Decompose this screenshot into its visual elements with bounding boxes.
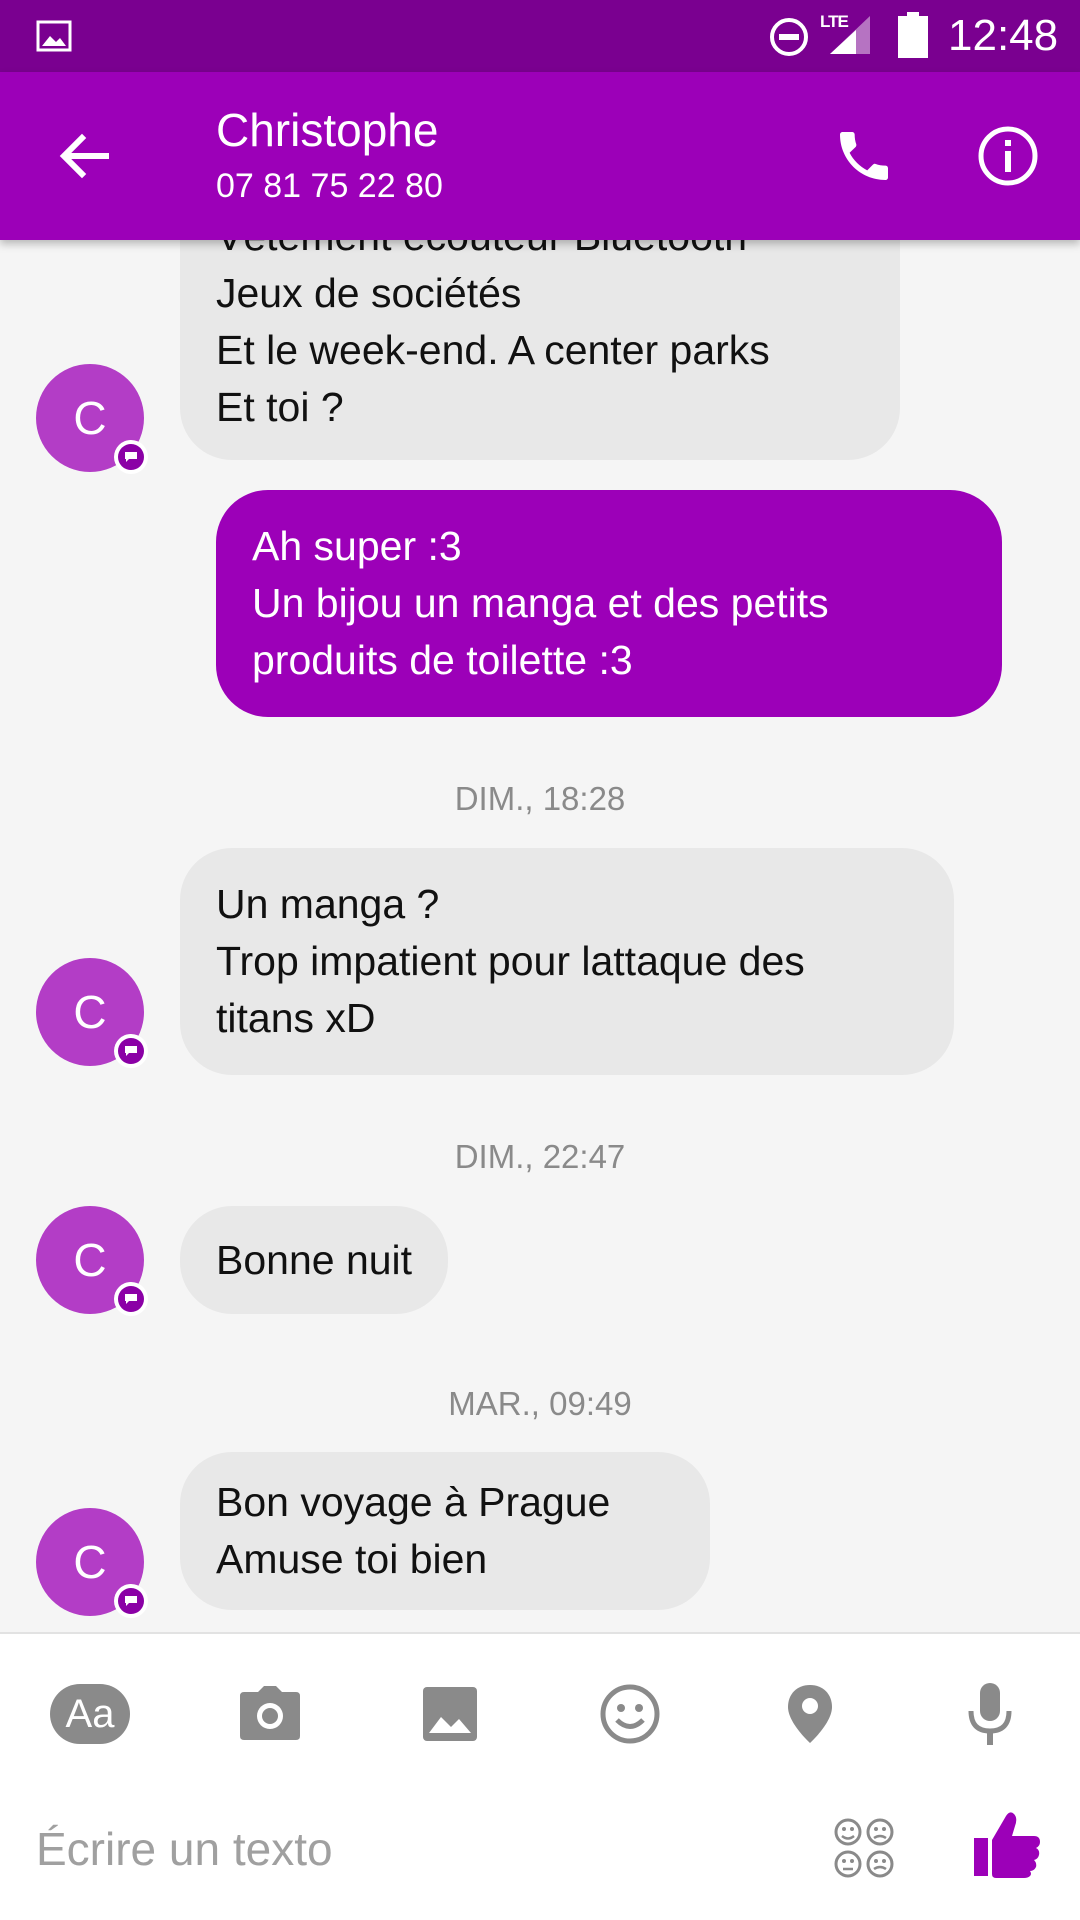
- incoming-message[interactable]: Bon voyage à Prague Amuse toi bien: [180, 1452, 710, 1610]
- avatar[interactable]: C: [36, 1508, 148, 1618]
- timestamp: DIM., 18:28: [454, 780, 626, 817]
- avatar[interactable]: C: [36, 1206, 148, 1316]
- timestamp: MAR., 09:49: [448, 1385, 632, 1422]
- signal-icon: [830, 16, 870, 54]
- avatar[interactable]: C: [36, 958, 148, 1068]
- incoming-message[interactable]: Vêtement écouteur Bluetooth Jeux de soci…: [180, 240, 900, 460]
- clock: 12:48: [948, 11, 1059, 60]
- gallery-icon: [36, 20, 72, 52]
- contact-phone-number: 07 81 75 22 80: [216, 167, 443, 205]
- messenger-badge-icon: [114, 1282, 148, 1316]
- messenger-badge-icon: [114, 1034, 148, 1068]
- avatar-letter: C: [73, 1234, 107, 1286]
- avatar-letter: C: [73, 1536, 107, 1588]
- message-list[interactable]: Vêtement écouteur Bluetooth Jeux de soci…: [0, 240, 1080, 1632]
- avatar-letter: C: [73, 392, 107, 444]
- stickers-icon[interactable]: [832, 1816, 896, 1880]
- camera-icon[interactable]: [230, 1674, 310, 1754]
- composer: Aa Écrire un texto: [0, 1632, 1080, 1920]
- incoming-message[interactable]: Bonne nuit: [180, 1206, 449, 1314]
- thumbs-up-icon[interactable]: [972, 1810, 1042, 1880]
- messenger-badge-icon: [114, 1584, 148, 1618]
- info-icon[interactable]: [976, 124, 1040, 188]
- emoji-icon[interactable]: [590, 1674, 670, 1754]
- status-bar: LTE 12:48: [0, 0, 1080, 72]
- microphone-icon[interactable]: [950, 1674, 1030, 1754]
- contact-name[interactable]: Christophe: [216, 102, 438, 158]
- message-input[interactable]: Écrire un texto: [36, 1822, 333, 1876]
- text-format-label: Aa: [65, 1691, 115, 1736]
- avatar[interactable]: C: [36, 364, 148, 474]
- avatar-letter: C: [73, 986, 107, 1038]
- battery-icon: [898, 12, 928, 58]
- phone-call-icon[interactable]: [832, 124, 896, 188]
- incoming-message[interactable]: Un manga ? Trop impatient pour lattaque …: [180, 848, 954, 1075]
- outgoing-message[interactable]: Ah super :3 Un bijou un manga et des pet…: [216, 490, 1002, 717]
- do-not-disturb-icon: [770, 18, 808, 56]
- location-icon[interactable]: [770, 1674, 850, 1754]
- back-arrow-icon[interactable]: [56, 128, 112, 184]
- conversation-header: Christophe 07 81 75 22 80: [0, 72, 1080, 240]
- timestamp: DIM., 22:47: [454, 1138, 626, 1175]
- image-icon[interactable]: [410, 1674, 490, 1754]
- messenger-badge-icon: [114, 440, 148, 474]
- text-format-icon[interactable]: Aa: [50, 1684, 130, 1744]
